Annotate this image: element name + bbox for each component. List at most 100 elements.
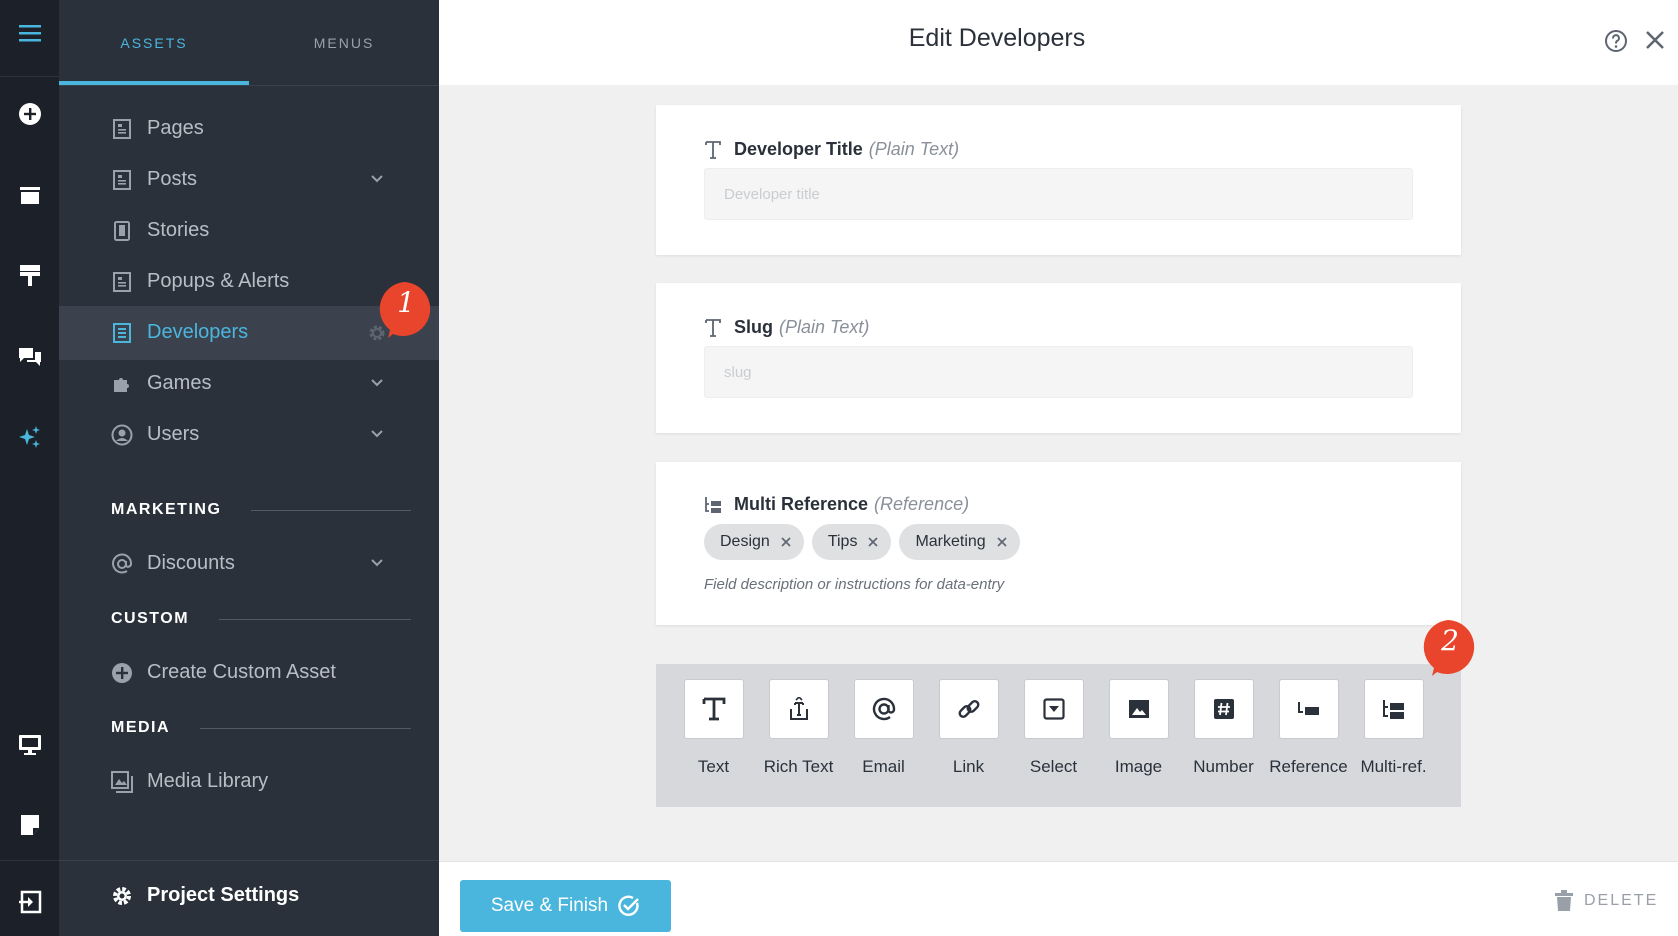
- add-reference-field[interactable]: Reference: [1266, 679, 1351, 780]
- remove-icon[interactable]: [996, 536, 1008, 548]
- sidebar-item-stories[interactable]: Stories: [59, 204, 439, 258]
- add-select-field[interactable]: Select: [1011, 679, 1096, 780]
- story-icon: [111, 220, 133, 242]
- add-text-field[interactable]: Text: [671, 679, 756, 780]
- palette-label: Image: [1114, 757, 1163, 776]
- monitor-icon[interactable]: [0, 718, 59, 772]
- palette-label: Multi-ref.: [1360, 757, 1427, 776]
- remove-icon[interactable]: [867, 536, 879, 548]
- palette-label: Link: [952, 757, 985, 776]
- sidebar-item-label: Games: [147, 372, 212, 394]
- trash-icon: [1555, 890, 1573, 911]
- puzzle-icon: [111, 373, 133, 395]
- reference-chips: Design Tips Marketing: [704, 524, 1028, 560]
- at-icon: [111, 553, 133, 575]
- slug-input[interactable]: [704, 346, 1413, 398]
- editor-header: Edit Developers: [439, 0, 1678, 85]
- close-icon[interactable]: [1644, 29, 1666, 51]
- save-finish-label: Save & Finish: [490, 895, 609, 916]
- page-icon: [111, 169, 133, 191]
- add-multi-ref-field[interactable]: Multi-ref.: [1351, 679, 1436, 780]
- sidebar-tabs: ASSETS MENUS: [59, 0, 439, 86]
- media-icon: [111, 771, 133, 793]
- theme-icon[interactable]: [0, 249, 59, 303]
- field-label: Developer Title (Plain Text): [704, 139, 959, 160]
- multi-ref-type-icon: [704, 495, 722, 515]
- sidebar-item-create-custom-asset[interactable]: Create Custom Asset: [59, 646, 439, 700]
- help-icon[interactable]: [1604, 29, 1628, 53]
- field-type-palette: Text Rich Text Email Link Select Image N…: [656, 664, 1461, 807]
- sidebar-item-label: Pages: [147, 117, 204, 139]
- reference-chip[interactable]: Design: [704, 524, 804, 560]
- sidebar-item-media-library[interactable]: Media Library: [59, 755, 439, 809]
- chip-label: Design: [720, 533, 770, 550]
- add-rich-text-field[interactable]: Rich Text: [756, 679, 841, 780]
- sidebar-item-pages[interactable]: Pages: [59, 102, 439, 156]
- text-type-icon: [704, 140, 722, 160]
- tab-assets[interactable]: ASSETS: [59, 0, 249, 86]
- delete-label: DELETE: [1584, 892, 1659, 909]
- sidebar-item-games[interactable]: Games: [59, 357, 439, 411]
- text-type-icon: [704, 318, 722, 338]
- sidebar-item-label: Popups & Alerts: [147, 270, 290, 292]
- section-heading-custom: CUSTOM: [111, 609, 411, 629]
- chip-label: Marketing: [915, 533, 986, 550]
- add-circle-icon[interactable]: [0, 87, 59, 141]
- add-image-field[interactable]: Image: [1096, 679, 1181, 780]
- editor-footer: Save & Finish DELETE: [439, 861, 1678, 936]
- email-icon: [853, 679, 914, 739]
- tab-menus[interactable]: MENUS: [249, 0, 439, 86]
- add-link-field[interactable]: Link: [926, 679, 1011, 780]
- developer-title-input[interactable]: [704, 168, 1413, 220]
- link-icon: [938, 679, 999, 739]
- chevron-down-icon[interactable]: [369, 555, 385, 571]
- add-email-field[interactable]: Email: [841, 679, 926, 780]
- field-card-slug: Slug (Plain Text): [656, 283, 1461, 433]
- sidebar-item-label: Create Custom Asset: [147, 661, 336, 683]
- rich-text-icon: [768, 679, 829, 739]
- palette-label: Select: [1029, 757, 1078, 776]
- section-label: CUSTOM: [111, 610, 190, 627]
- delete-button[interactable]: DELETE: [1554, 890, 1658, 912]
- field-label: Multi Reference (Reference): [704, 494, 969, 515]
- archive-icon[interactable]: [0, 168, 59, 222]
- sidebar-item-users[interactable]: Users: [59, 408, 439, 462]
- sidebar-item-label: Media Library: [147, 770, 269, 792]
- reference-chip[interactable]: Marketing: [899, 524, 1020, 560]
- field-name: Multi Reference: [734, 494, 869, 514]
- step-badge-2: 2: [1418, 618, 1482, 676]
- page-title: Edit Developers: [908, 24, 1086, 52]
- chevron-down-icon[interactable]: [369, 171, 385, 187]
- note-icon[interactable]: [0, 798, 59, 852]
- exit-icon[interactable]: [0, 875, 59, 929]
- field-label: Slug (Plain Text): [704, 317, 869, 338]
- palette-label: Number: [1193, 757, 1254, 776]
- field-card-multi-reference: Multi Reference (Reference) Design Tips …: [656, 462, 1461, 625]
- assets-sidebar: ASSETS MENUS Pages Posts Stories Popups …: [59, 0, 439, 936]
- gear-icon: [113, 886, 131, 905]
- remove-icon[interactable]: [780, 536, 792, 548]
- reference-chip[interactable]: Tips: [811, 524, 892, 560]
- add-number-field[interactable]: Number: [1181, 679, 1266, 780]
- page-icon: [111, 271, 133, 293]
- sidebar-footer: Project Settings: [59, 860, 439, 936]
- sidebar-item-posts[interactable]: Posts: [59, 153, 439, 207]
- badge-number: 2: [1441, 624, 1459, 657]
- menu-icon[interactable]: [0, 6, 59, 60]
- save-finish-button[interactable]: Save & Finish: [460, 880, 671, 932]
- project-settings-link[interactable]: Project Settings: [111, 884, 299, 907]
- comments-icon[interactable]: [0, 330, 59, 384]
- number-icon: [1193, 679, 1254, 739]
- sparkle-icon[interactable]: [0, 410, 59, 464]
- sidebar-item-label: Users: [147, 423, 200, 445]
- sidebar-item-label: Stories: [147, 219, 210, 241]
- sidebar-item-discounts[interactable]: Discounts: [59, 537, 439, 591]
- field-type: (Reference): [874, 494, 970, 514]
- chevron-down-icon[interactable]: [369, 426, 385, 442]
- rail-divider: [0, 76, 59, 77]
- project-settings-label: Project Settings: [147, 884, 300, 906]
- field-type: (Plain Text): [868, 139, 960, 159]
- sidebar-item-label: Discounts: [147, 552, 235, 574]
- chevron-down-icon[interactable]: [369, 375, 385, 391]
- rail-divider: [0, 860, 59, 861]
